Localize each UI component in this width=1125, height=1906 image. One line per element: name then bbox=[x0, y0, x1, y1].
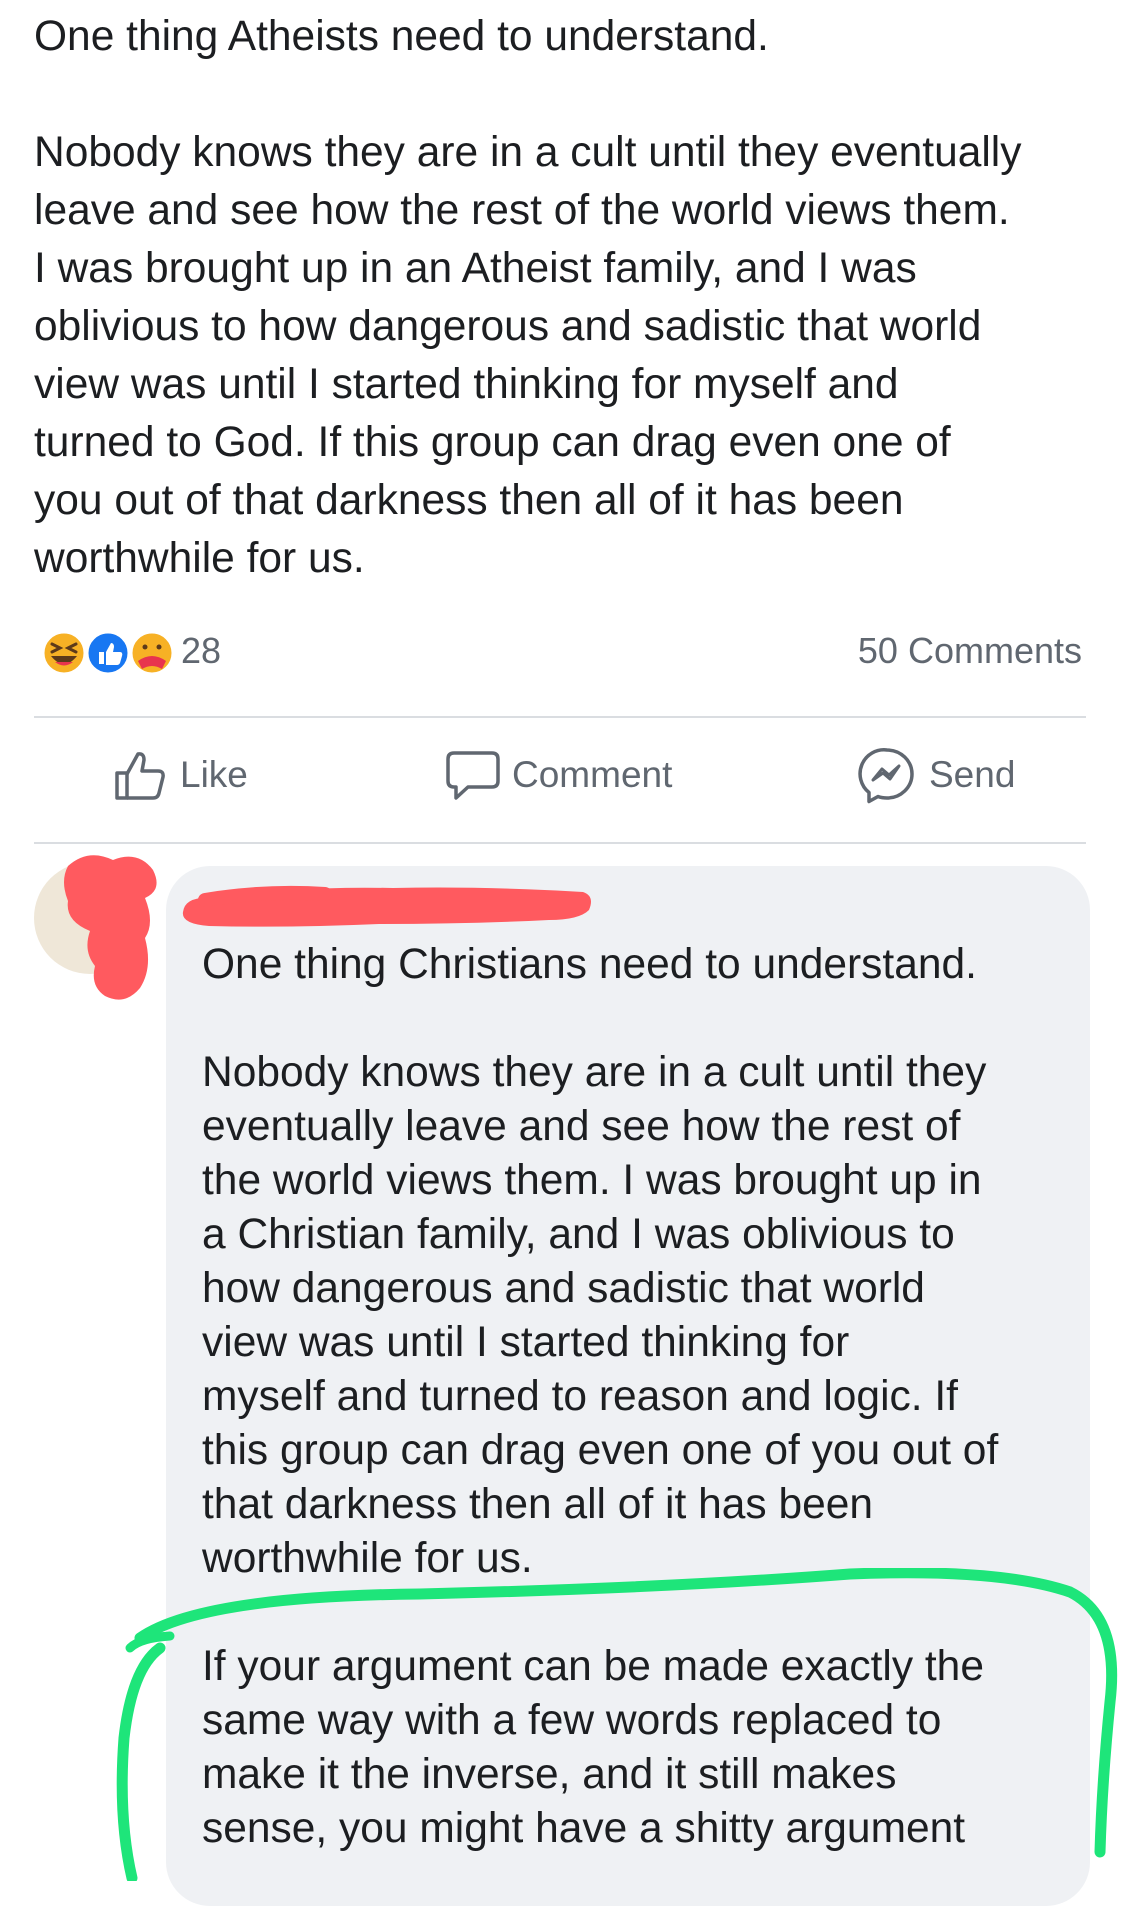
post-line: turned to God. If this group can drag ev… bbox=[34, 419, 951, 466]
send-button[interactable]: Send bbox=[857, 740, 1015, 810]
comment-line: that darkness then all of it has been bbox=[202, 1481, 873, 1528]
post-line: you out of that darkness then all of it … bbox=[34, 477, 904, 524]
comment-bubble-icon bbox=[446, 751, 500, 800]
like-reaction-icon bbox=[85, 630, 131, 676]
post-line: One thing Atheists need to understand. bbox=[34, 13, 769, 60]
avatar-redaction-scribble bbox=[64, 855, 157, 1000]
highlight-loop-annotation bbox=[116, 1568, 1118, 1881]
reaction-icons bbox=[41, 630, 175, 676]
reaction-count: 28 bbox=[181, 630, 222, 671]
comment-line: eventually leave and see how the rest of bbox=[202, 1103, 961, 1150]
divider bbox=[34, 842, 1086, 844]
comment-label: Comment bbox=[512, 754, 673, 795]
comment-line: a Christian family, and I was oblivious … bbox=[202, 1211, 955, 1258]
care-reaction-icon bbox=[129, 630, 175, 676]
post-line: leave and see how the rest of the world … bbox=[34, 187, 1010, 234]
post-line: I was brought up in an Atheist family, a… bbox=[34, 245, 917, 292]
post-body: One thing Atheists need to understand. N… bbox=[34, 8, 1094, 588]
comment-line: how dangerous and sadistic that world bbox=[202, 1265, 925, 1312]
comment-line: view was until I started thinking for bbox=[202, 1319, 850, 1366]
divider bbox=[34, 716, 1086, 718]
comment-line: this group can drag even one of you out … bbox=[202, 1427, 999, 1474]
name-redaction-scribble bbox=[182, 885, 591, 927]
comments-count[interactable]: 50 Comments bbox=[858, 630, 1082, 672]
laughing-emoji-icon bbox=[41, 630, 87, 676]
post-line: view was until I started thinking for my… bbox=[34, 361, 899, 408]
reactions-summary[interactable]: 28 50 Comments bbox=[30, 624, 1082, 680]
comment-line: Nobody knows they are in a cult until th… bbox=[202, 1049, 987, 1096]
comment-line: the world views them. I was brought up i… bbox=[202, 1157, 982, 1204]
post-line: worthwhile for us. bbox=[34, 535, 365, 582]
like-button[interactable]: Like bbox=[112, 740, 248, 810]
post-line: Nobody knows they are in a cult until th… bbox=[34, 129, 1022, 176]
post-line: oblivious to how dangerous and sadistic … bbox=[34, 303, 982, 350]
like-label: Like bbox=[180, 754, 248, 795]
messenger-icon bbox=[858, 748, 914, 804]
send-label: Send bbox=[929, 754, 1016, 795]
comment-button[interactable]: Comment bbox=[444, 740, 672, 810]
comment-line: One thing Christians need to understand. bbox=[202, 941, 977, 988]
comment-line: myself and turned to reason and logic. I… bbox=[202, 1373, 958, 1420]
thumbs-up-icon bbox=[115, 752, 165, 800]
